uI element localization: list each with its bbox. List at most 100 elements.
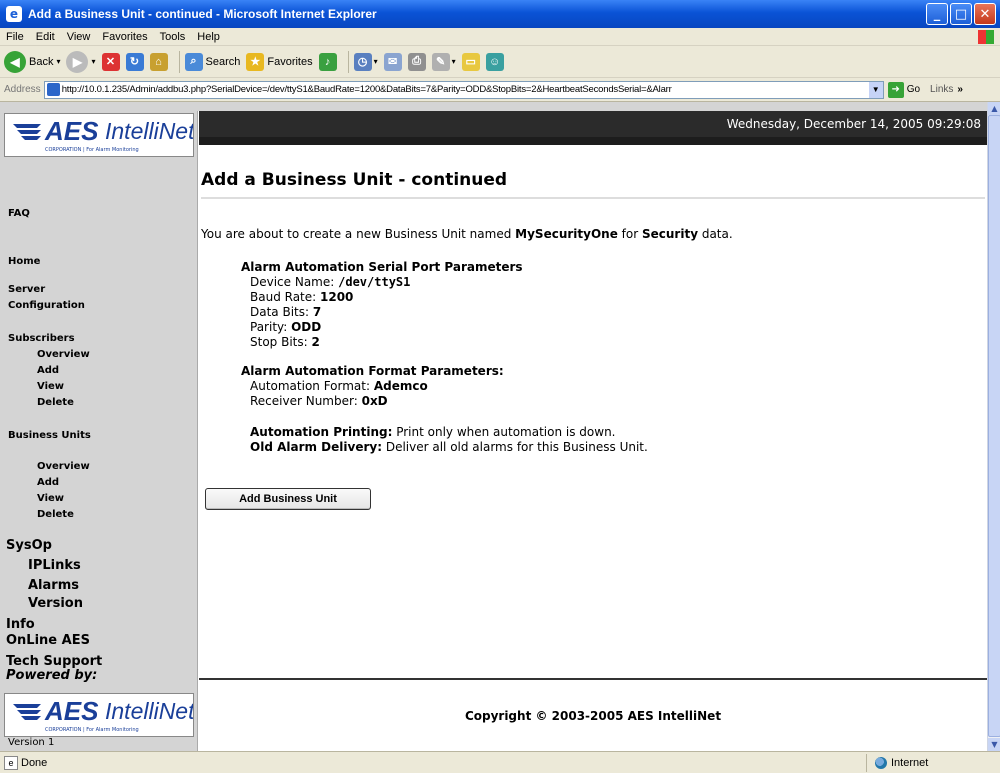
go-arrow-icon: ➜ bbox=[887, 81, 904, 98]
param-value: Deliver all old alarms for this Business… bbox=[382, 440, 648, 454]
stop-button[interactable]: ✕ bbox=[101, 52, 120, 71]
media-button[interactable]: ♪ bbox=[318, 52, 337, 71]
refresh-button[interactable]: ↻ bbox=[125, 52, 144, 71]
security-zone: Internet bbox=[866, 753, 986, 772]
home-icon: ⌂ bbox=[149, 52, 168, 71]
nav-configuration[interactable]: Configuration bbox=[8, 300, 85, 311]
forward-arrow-icon: ▶ bbox=[66, 50, 89, 73]
address-input[interactable]: http://10.0.1.235/Admin/addbu3.php?Seria… bbox=[43, 80, 884, 99]
title-divider bbox=[201, 197, 985, 199]
globe-icon bbox=[875, 756, 887, 769]
scroll-up-icon[interactable]: ▲ bbox=[988, 102, 1000, 115]
links-toolbar[interactable]: Links bbox=[930, 84, 953, 95]
mail-button[interactable]: ✉ bbox=[383, 52, 402, 71]
address-url: http://10.0.1.235/Admin/addbu3.php?Seria… bbox=[61, 84, 672, 95]
nav-home[interactable]: Home bbox=[8, 256, 40, 267]
param-value: /dev/ttyS1 bbox=[338, 275, 411, 289]
menu-favorites[interactable]: Favorites bbox=[96, 31, 153, 43]
vertical-scrollbar[interactable]: ▲ ▼ bbox=[987, 102, 1000, 751]
menu-tools[interactable]: Tools bbox=[154, 31, 192, 43]
forward-dropdown-icon: ▾ bbox=[91, 57, 96, 66]
business-unit-name: MySecurityOne bbox=[515, 227, 618, 241]
ie-icon: e bbox=[6, 6, 22, 22]
sidebar: AES IntelliNet CORPORATION | For Alarm M… bbox=[0, 111, 198, 751]
history-button[interactable]: ◷ ▾ bbox=[353, 52, 378, 71]
data-type: Security bbox=[641, 227, 699, 241]
logo-intellinet: IntelliNet bbox=[105, 118, 194, 144]
nav-subscribers-add[interactable]: Add bbox=[37, 365, 59, 376]
aes-logo-footer[interactable]: AES IntelliNet CORPORATION | For Alarm M… bbox=[4, 693, 194, 737]
nav-bu-add[interactable]: Add bbox=[37, 477, 59, 488]
nav-version[interactable]: Version bbox=[28, 596, 83, 611]
nav-business-units[interactable]: Business Units bbox=[8, 430, 91, 441]
address-dropdown-icon[interactable]: ▼ bbox=[868, 81, 883, 98]
scroll-thumb[interactable] bbox=[988, 115, 1000, 737]
nav-iplinks[interactable]: IPLinks bbox=[28, 558, 81, 573]
back-button[interactable]: ◀ Back ▾ bbox=[4, 50, 61, 73]
param-value: ODD bbox=[291, 320, 322, 334]
scroll-down-icon[interactable]: ▼ bbox=[988, 738, 1000, 751]
print-button[interactable]: ⎙ bbox=[407, 52, 426, 71]
windows-flag-icon bbox=[978, 29, 994, 44]
nav-subscribers-overview[interactable]: Overview bbox=[37, 349, 90, 360]
edit-icon: ✎ bbox=[431, 52, 450, 71]
search-label: Search bbox=[205, 55, 241, 68]
close-button[interactable]: ✕ bbox=[974, 3, 996, 25]
favorites-label: Favorites bbox=[267, 55, 313, 68]
menu-help[interactable]: Help bbox=[191, 31, 226, 43]
param-device-name: Device Name: /dev/ttyS1 bbox=[241, 275, 648, 290]
menu-view[interactable]: View bbox=[61, 31, 97, 43]
menu-edit[interactable]: Edit bbox=[30, 31, 61, 43]
nav-info[interactable]: Info bbox=[6, 617, 35, 632]
param-label: Parity: bbox=[250, 320, 292, 334]
home-button[interactable]: ⌂ bbox=[149, 52, 168, 71]
edit-dropdown-icon: ▾ bbox=[451, 57, 456, 66]
nav-alarms[interactable]: Alarms bbox=[28, 578, 79, 593]
window-title: Add a Business Unit - continued - Micros… bbox=[28, 7, 377, 21]
search-button[interactable]: ⌕ Search bbox=[184, 52, 241, 71]
nav-bu-delete[interactable]: Delete bbox=[37, 509, 74, 520]
nav-subscribers-view[interactable]: View bbox=[37, 381, 64, 392]
go-button[interactable]: ➜ Go bbox=[887, 81, 920, 98]
status-text: Done bbox=[21, 756, 48, 769]
nav-sysop[interactable]: SysOp bbox=[6, 538, 52, 553]
param-label: Automation Printing: bbox=[250, 425, 393, 439]
minimize-button[interactable]: _ bbox=[926, 3, 948, 25]
serial-params-heading: Alarm Automation Serial Port Parameters bbox=[241, 260, 523, 274]
logo-aes: AES bbox=[45, 116, 99, 146]
search-icon: ⌕ bbox=[184, 52, 203, 71]
messenger-button[interactable]: ☺ bbox=[485, 52, 504, 71]
nav-subscribers[interactable]: Subscribers bbox=[8, 333, 75, 344]
nav-server[interactable]: Server bbox=[8, 284, 45, 295]
toolbar-separator bbox=[178, 50, 180, 73]
nav-faq[interactable]: FAQ bbox=[8, 208, 30, 219]
refresh-icon: ↻ bbox=[125, 52, 144, 71]
automation-printing: Automation Printing: Print only when aut… bbox=[241, 425, 648, 440]
nav-subscribers-delete[interactable]: Delete bbox=[37, 397, 74, 408]
links-chevron-icon[interactable]: » bbox=[957, 84, 963, 95]
edit-button[interactable]: ✎ ▾ bbox=[431, 52, 456, 71]
resize-grip-icon[interactable] bbox=[986, 754, 1000, 772]
forward-button[interactable]: ▶ ▾ bbox=[66, 50, 96, 73]
stop-icon: ✕ bbox=[101, 52, 120, 71]
maximize-button[interactable]: □ bbox=[950, 3, 972, 25]
page-icon bbox=[46, 83, 60, 96]
back-label: Back bbox=[29, 55, 54, 68]
nav-bu-view[interactable]: View bbox=[37, 493, 64, 504]
history-icon: ◷ bbox=[353, 52, 372, 71]
param-value: 2 bbox=[311, 335, 320, 349]
back-dropdown-icon: ▾ bbox=[56, 57, 61, 66]
menu-file[interactable]: File bbox=[0, 31, 30, 43]
nav-tech-support[interactable]: Tech Support bbox=[6, 654, 102, 669]
param-stop-bits: Stop Bits: 2 bbox=[241, 335, 648, 350]
add-business-unit-button[interactable]: Add Business Unit bbox=[205, 488, 371, 510]
favorites-button[interactable]: ★ Favorites bbox=[246, 52, 313, 71]
aes-logo[interactable]: AES IntelliNet CORPORATION | For Alarm M… bbox=[4, 113, 194, 157]
intro-text: You are about to create a new Business U… bbox=[201, 227, 733, 241]
parameter-summary: Alarm Automation Serial Port Parameters … bbox=[241, 260, 648, 455]
nav-online-aes[interactable]: OnLine AES bbox=[6, 633, 90, 648]
nav-bu-overview[interactable]: Overview bbox=[37, 461, 90, 472]
folder-button[interactable]: ▭ bbox=[461, 52, 480, 71]
powered-by-label: Powered by: bbox=[6, 668, 98, 683]
header-rule bbox=[199, 137, 987, 145]
